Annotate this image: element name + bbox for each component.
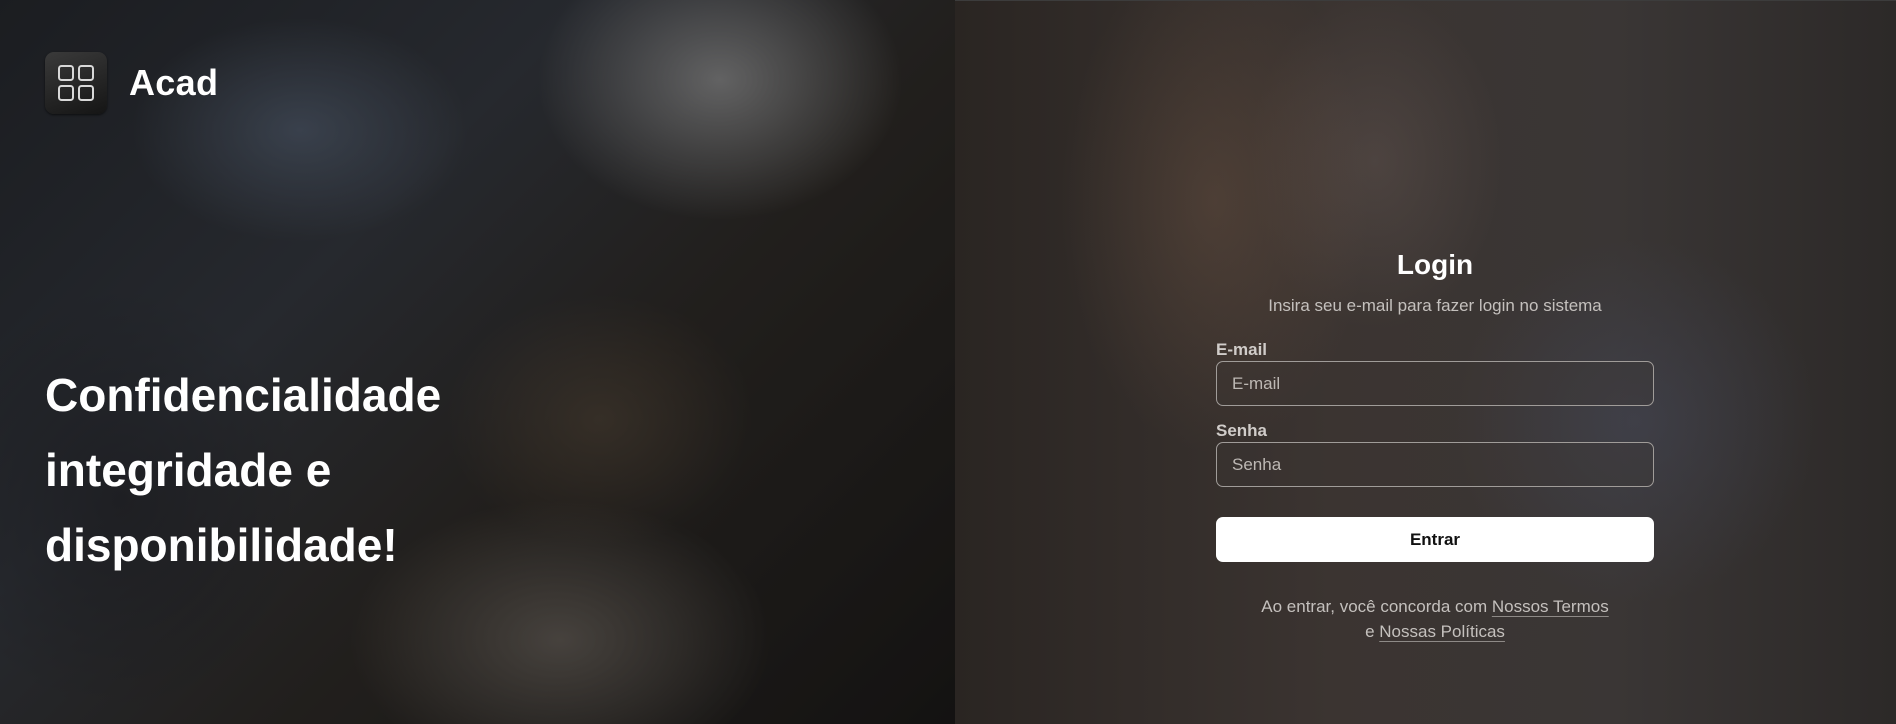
hero-headline-line: disponibilidade! [45, 519, 398, 571]
login-form: Login Insira seu e-mail para fazer login… [1216, 245, 1654, 644]
grid-icon [45, 52, 107, 114]
email-field[interactable] [1216, 361, 1654, 406]
login-page: Acad Confidencialidade integridade e dis… [0, 0, 1896, 724]
brand: Acad [45, 52, 218, 114]
policies-link[interactable]: Nossas Políticas [1379, 622, 1505, 641]
login-title: Login [1396, 249, 1474, 280]
terms-prefix: Ao entrar, você concorda com [1261, 597, 1488, 616]
terms-notice: Ao entrar, você concorda com Nossos Term… [1216, 594, 1654, 644]
terms-link[interactable]: Nossos Termos [1492, 597, 1609, 616]
terms-middle: e [1365, 622, 1375, 641]
hero-headline-line: Confidencialidade [45, 369, 442, 421]
hero-panel: Acad Confidencialidade integridade e dis… [0, 0, 955, 724]
hero-headline-line: integridade e [45, 444, 332, 496]
brand-name: Acad [129, 62, 219, 103]
email-label: E-mail [1216, 340, 1268, 359]
login-subtitle: Insira seu e-mail para fazer login no si… [1268, 296, 1602, 315]
login-button[interactable]: Entrar [1216, 517, 1654, 562]
password-label: Senha [1216, 421, 1268, 440]
login-panel: Login Insira seu e-mail para fazer login… [955, 0, 1896, 724]
password-field[interactable] [1216, 442, 1654, 487]
hero-headline: Confidencialidade integridade e disponib… [45, 358, 565, 583]
